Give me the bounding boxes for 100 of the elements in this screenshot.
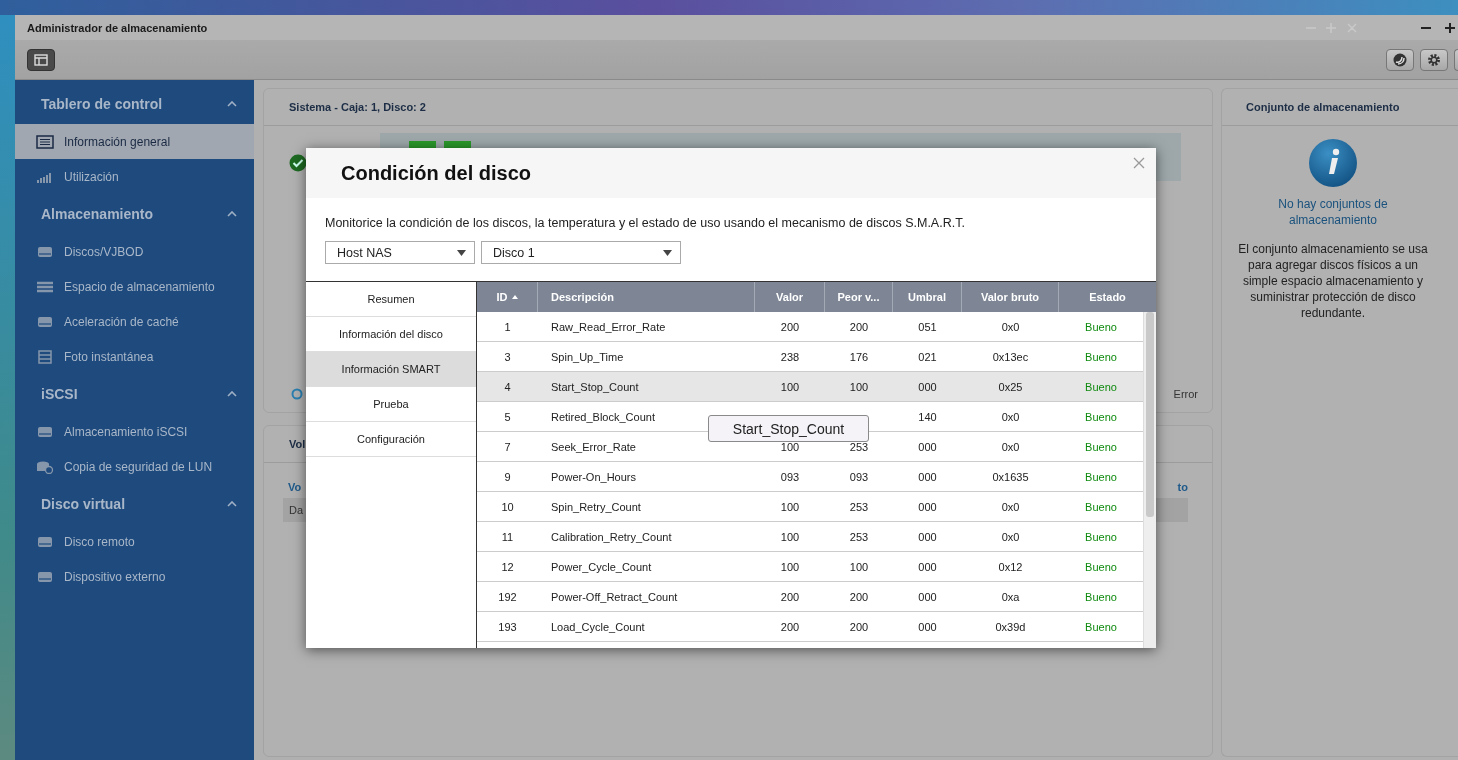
caret-icon[interactable] [227, 101, 237, 107]
column-header[interactable]: Estado [1059, 282, 1156, 312]
table-row[interactable]: 12 Power_Cycle_Count 100 100 000 0x12 Bueno [477, 552, 1143, 582]
table-cell: Da [289, 504, 304, 516]
table-cell: Retired_Block_Count [551, 410, 655, 423]
column-header[interactable]: Valor bruto [962, 282, 1059, 312]
table-cell: Bueno [1085, 500, 1117, 513]
column-header[interactable]: Vo [288, 481, 302, 493]
column-header[interactable]: ID [477, 282, 538, 312]
maximize-icon[interactable] [1444, 21, 1456, 34]
empty-state-title: No hay conjuntos de almacenamiento [1277, 196, 1389, 228]
table-cell: 200 [780, 620, 800, 633]
menu-item-icon [36, 134, 54, 149]
table-cell: 0x0 [1001, 500, 1020, 513]
table-row[interactable]: 10 Spin_Retry_Count 100 253 000 0x0 Bueno [477, 492, 1143, 522]
panel-title: Conjunto de almacenamiento [1246, 101, 1400, 113]
sidebar-item[interactable]: Espacio de almacenamiento [15, 269, 254, 304]
column-header[interactable]: to [1177, 481, 1188, 493]
panel-title: Sistema - Caja: 1, Disco: 2 [289, 101, 426, 113]
table-cell: 0xa [1001, 590, 1020, 603]
table-cell: 253 [849, 500, 869, 513]
table-cell: 000 [918, 500, 937, 513]
sidebar-group-title: iSCSI [41, 386, 79, 402]
sidebar-item[interactable]: Copia de seguridad de LUN [15, 449, 254, 484]
table-cell: 100 [780, 380, 800, 393]
column-header[interactable]: Peor v... [825, 282, 893, 312]
table-cell: 100 [780, 500, 800, 513]
menu-item-icon [36, 314, 54, 329]
sidebar-item-label: Aceleración de caché [64, 314, 179, 329]
table-cell: Load_Cycle_Count [551, 620, 645, 633]
close-icon[interactable] [1133, 157, 1145, 169]
table-row[interactable]: 193 Load_Cycle_Count 200 200 000 0x39d Bueno [477, 612, 1143, 642]
menu-item-icon [36, 459, 54, 474]
table-cell: 100 [849, 380, 869, 393]
scrollbar[interactable] [1143, 312, 1156, 648]
sidebar-item-label: Utilización [64, 169, 119, 184]
table-cell: 000 [918, 440, 937, 453]
settings-button[interactable] [1420, 48, 1448, 71]
panel-toggle-button[interactable] [27, 48, 55, 71]
dialog-tab[interactable]: Información SMART [306, 352, 476, 387]
sidebar-item[interactable]: Foto instantánea [15, 339, 254, 374]
table-row[interactable]: 4 Start_Stop_Count 100 100 000 0x25 Bueno [477, 372, 1143, 402]
table-cell: Bueno [1085, 470, 1117, 483]
table-cell: 0x12 [998, 560, 1023, 573]
table-cell: Bueno [1085, 560, 1117, 573]
sidebar-item[interactable]: Dispositivo externo [15, 559, 254, 594]
caret-icon[interactable] [227, 501, 237, 507]
table-cell: 5 [504, 410, 511, 423]
column-header[interactable]: Valor [755, 282, 825, 312]
dropdown[interactable]: Disco 1 [481, 241, 681, 264]
menu-item-icon [36, 534, 54, 549]
table-cell: Bueno [1085, 620, 1117, 633]
table-row[interactable]: 11 Calibration_Retry_Count 100 253 000 0x0 Bueno [477, 522, 1143, 552]
column-header[interactable]: Umbral [893, 282, 962, 312]
table-cell: 100 [780, 560, 800, 573]
dropdown[interactable]: Host NAS [325, 241, 475, 264]
tooltip: Start_Stop_Count [708, 415, 869, 442]
table-cell: 0x0 [1001, 530, 1020, 543]
dropdown-arrow-icon [457, 249, 466, 256]
dialog-tab[interactable]: Resumen [306, 282, 476, 317]
table-row[interactable]: 9 Power-On_Hours 093 093 000 0x1635 Bueno [477, 462, 1143, 492]
table-cell: Start_Stop_Count [551, 380, 639, 393]
table-cell: 200 [849, 620, 869, 633]
sidebar-item-label: Almacenamiento iSCSI [64, 424, 188, 439]
table-cell: 000 [918, 620, 937, 633]
toolbar-button[interactable] [1386, 48, 1414, 71]
dialog-tab[interactable]: Prueba [306, 387, 476, 422]
sidebar-item[interactable]: Discos/VJBOD [15, 234, 254, 269]
table-cell: Calibration_Retry_Count [551, 530, 672, 543]
table-cell: 0x0 [1001, 440, 1020, 453]
table-cell: 200 [849, 320, 869, 333]
sidebar-item[interactable]: Disco remoto [15, 524, 254, 559]
table-cell: Bueno [1085, 440, 1117, 453]
table-cell: 10 [501, 500, 514, 513]
sidebar-item[interactable]: Aceleración de caché [15, 304, 254, 339]
caret-icon[interactable] [227, 391, 237, 397]
table-cell: Bueno [1085, 590, 1117, 603]
table-cell: 192 [498, 590, 517, 603]
sidebar-item[interactable]: Almacenamiento iSCSI [15, 414, 254, 449]
menu-item-icon [36, 424, 54, 439]
table-cell: Spin_Up_Time [551, 350, 624, 363]
table-cell: 0x13ec [992, 350, 1029, 363]
table-row[interactable]: 1 Raw_Read_Error_Rate 200 200 051 0x0 Bueno [477, 312, 1143, 342]
sidebar-item-label: Foto instantánea [64, 349, 154, 364]
table-cell: 100 [780, 530, 800, 543]
table-cell: Bueno [1085, 530, 1117, 543]
legend-label: Error [1173, 388, 1198, 400]
dialog-description: Monitorice la condición de los discos, la temperatura y el estado de uso usando el mecanismo de discos S.M.A.R.T. [325, 216, 966, 230]
table-cell: 000 [918, 590, 937, 603]
dialog-tab[interactable]: Configuración [306, 422, 476, 457]
table-cell: 200 [780, 590, 800, 603]
column-header[interactable]: Descripción [538, 282, 755, 312]
table-cell: 140 [918, 410, 937, 423]
table-cell: Raw_Read_Error_Rate [551, 320, 666, 333]
table-cell: 1 [504, 320, 511, 333]
table-row[interactable]: 192 Power-Off_Retract_Count 200 200 000 0xa Bueno [477, 582, 1143, 612]
caret-icon[interactable] [227, 211, 237, 217]
sidebar-item[interactable]: Información general [15, 124, 254, 159]
table-cell: 093 [849, 470, 869, 483]
sidebar-item[interactable]: Utilización [15, 159, 254, 194]
